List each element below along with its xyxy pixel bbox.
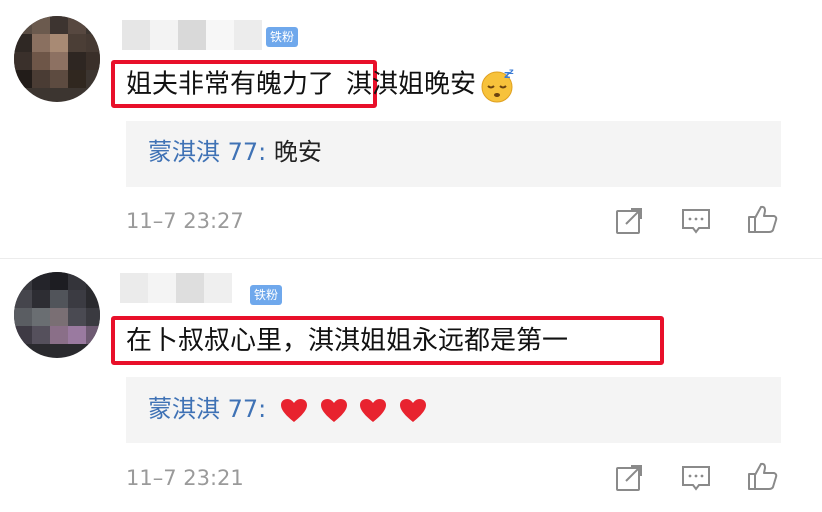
reply-box[interactable]: 蒙淇淇 77: [126,377,781,443]
fan-badge: 铁粉 [266,27,299,47]
comment-text: 姐夫非常有魄力了 淇淇姐晚安 z z [126,67,516,103]
reply-text: 蒙淇淇 77: 晚安 [148,138,322,166]
comment-text-highlighted: 在卜叔叔心里，淇淇姐姐永远都是第一 [126,326,569,356]
sleeping-face-icon: z z [480,67,516,103]
reply-username[interactable]: 蒙淇淇 77 [148,138,258,166]
comment-text-rest: 淇淇姐晚安 [346,69,477,100]
like-icon[interactable] [746,202,780,236]
avatar[interactable] [14,16,100,102]
timestamp: 11–7 23:27 [126,209,244,233]
username-blurred[interactable] [120,273,232,303]
reply-text: 蒙淇淇 77: [148,393,431,426]
comment-item: 铁粉 在卜叔叔心里，淇淇姐姐永远都是第一 蒙淇淇 77: 11–7 23:21 [0,259,822,512]
red-heart-icon [280,398,308,424]
avatar[interactable] [14,272,100,358]
comment-item: 铁粉 姐夫非常有魄力了 淇淇姐晚安 z z 蒙淇淇 77: 晚安 11–7 23:… [0,0,822,258]
timestamp: 11–7 23:21 [126,466,244,490]
comment-icon[interactable] [679,204,713,238]
svg-text:z: z [509,67,514,76]
reply-box[interactable]: 蒙淇淇 77: 晚安 [126,121,781,187]
share-icon[interactable] [612,204,646,238]
like-icon[interactable] [746,459,780,493]
username-blurred[interactable] [122,20,262,50]
reply-body: 晚安 [273,138,322,166]
red-heart-icon [399,398,427,424]
comment-text-highlighted: 姐夫非常有魄力了 [126,69,335,100]
share-icon[interactable] [612,461,646,495]
hearts-emoji-group [280,394,431,426]
red-heart-icon [359,398,387,424]
red-heart-icon [320,398,348,424]
comment-text: 在卜叔叔心里，淇淇姐姐永远都是第一 [126,324,568,358]
comment-icon[interactable] [679,461,713,495]
reply-username[interactable]: 蒙淇淇 77 [148,395,258,423]
fan-badge: 铁粉 [250,285,283,305]
